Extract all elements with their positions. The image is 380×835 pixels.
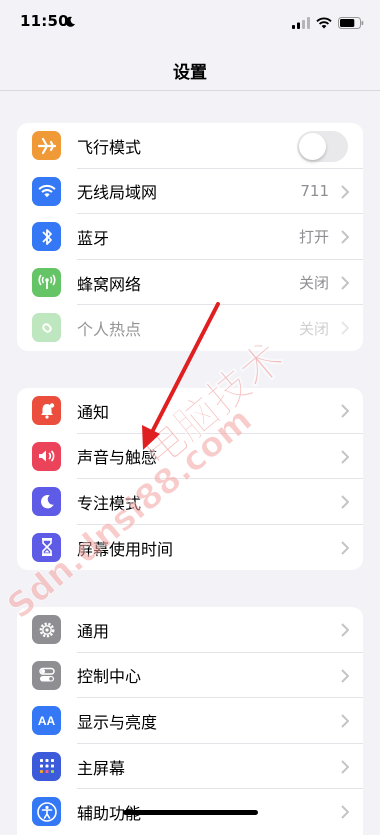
- row-label: 蜂窝网络: [77, 274, 142, 294]
- hotspot-icon: [32, 313, 61, 343]
- text-size-icon: AA: [32, 706, 61, 736]
- row-label: 蓝牙: [77, 228, 110, 248]
- row-label: 屏幕使用时间: [77, 539, 174, 559]
- settings-row-display-brightness[interactable]: AA 显示与亮度: [17, 698, 363, 744]
- row-value: 关闭: [298, 274, 329, 293]
- status-time: 11:50: [20, 12, 69, 30]
- settings-row-home-screen[interactable]: 主屏幕: [17, 744, 363, 790]
- wifi-icon: [32, 176, 61, 206]
- settings-row-sounds-haptics[interactable]: 声音与触感: [17, 434, 363, 480]
- row-label: 无线局域网: [77, 183, 158, 203]
- home-grid-icon: [32, 751, 61, 781]
- row-label: 飞行模式: [77, 137, 142, 157]
- chevron-right-icon: [341, 668, 350, 687]
- chevron-right-icon: [341, 275, 350, 294]
- row-value: 关闭: [298, 319, 329, 338]
- chevron-right-icon: [341, 804, 350, 823]
- battery-icon: [338, 14, 364, 33]
- row-label: 控制中心: [77, 667, 142, 687]
- moon-icon: [32, 487, 61, 517]
- settings-row-bluetooth[interactable]: 蓝牙 打开: [17, 214, 363, 260]
- status-bar: 11:50: [0, 0, 380, 46]
- row-label: 专注模式: [77, 493, 142, 513]
- chevron-right-icon: [341, 229, 350, 248]
- bluetooth-icon: [32, 222, 61, 252]
- cellular-signal-icon: [292, 14, 310, 33]
- gear-icon: [32, 615, 61, 644]
- notifications-group: 通知 声音与触感 专注模式 屏幕使用时间: [17, 388, 363, 571]
- speaker-icon: [32, 441, 61, 471]
- settings-row-airplane-mode[interactable]: 飞行模式: [17, 123, 363, 169]
- nav-bar: 设置: [0, 46, 380, 91]
- accessibility-icon: [32, 797, 61, 827]
- row-label: 声音与触感: [77, 448, 158, 468]
- settings-row-screen-time[interactable]: 屏幕使用时间: [17, 525, 363, 571]
- settings-row-wifi[interactable]: 无线局域网 711: [17, 169, 363, 215]
- general-group: 通用 控制中心 AA 显示与亮度 主屏幕 辅助功能: [17, 607, 363, 835]
- settings-row-general[interactable]: 通用: [17, 607, 363, 653]
- settings-row-cellular[interactable]: 蜂窝网络 关闭: [17, 260, 363, 306]
- settings-row-focus[interactable]: 专注模式: [17, 479, 363, 525]
- focus-moon-icon: [64, 13, 76, 32]
- airplane-mode-toggle[interactable]: [297, 131, 348, 162]
- connectivity-group: 飞行模式 无线局域网 711 蓝牙 打开 蜂窝网络 关闭 个人热点 关闭: [17, 123, 363, 351]
- row-label: 通知: [77, 402, 110, 422]
- antenna-icon: [32, 267, 61, 297]
- wifi-status-icon: [316, 14, 332, 33]
- row-label: 个人热点: [77, 320, 142, 340]
- settings-row-personal-hotspot: 个人热点 关闭: [17, 305, 363, 351]
- page-title: 设置: [173, 63, 207, 83]
- chevron-right-icon: [341, 494, 350, 513]
- chevron-right-icon: [341, 403, 350, 422]
- chevron-right-icon: [341, 713, 350, 732]
- chevron-right-icon: [341, 449, 350, 468]
- settings-row-notifications[interactable]: 通知: [17, 388, 363, 434]
- chevron-right-icon: [341, 622, 350, 641]
- airplane-icon: [32, 131, 61, 160]
- switches-icon: [32, 660, 61, 690]
- row-label: 通用: [77, 621, 110, 641]
- chevron-right-icon: [341, 759, 350, 778]
- row-label: 显示与亮度: [77, 712, 158, 732]
- settings-row-control-center[interactable]: 控制中心: [17, 653, 363, 699]
- bell-icon: [32, 396, 61, 425]
- row-value: 打开: [298, 228, 329, 247]
- chevron-right-icon: [341, 184, 350, 203]
- row-label: 主屏幕: [77, 758, 126, 778]
- hourglass-icon: [32, 532, 61, 562]
- row-value: 711: [300, 182, 329, 201]
- chevron-right-icon: [341, 320, 350, 339]
- home-indicator: [123, 810, 258, 815]
- chevron-right-icon: [341, 540, 350, 559]
